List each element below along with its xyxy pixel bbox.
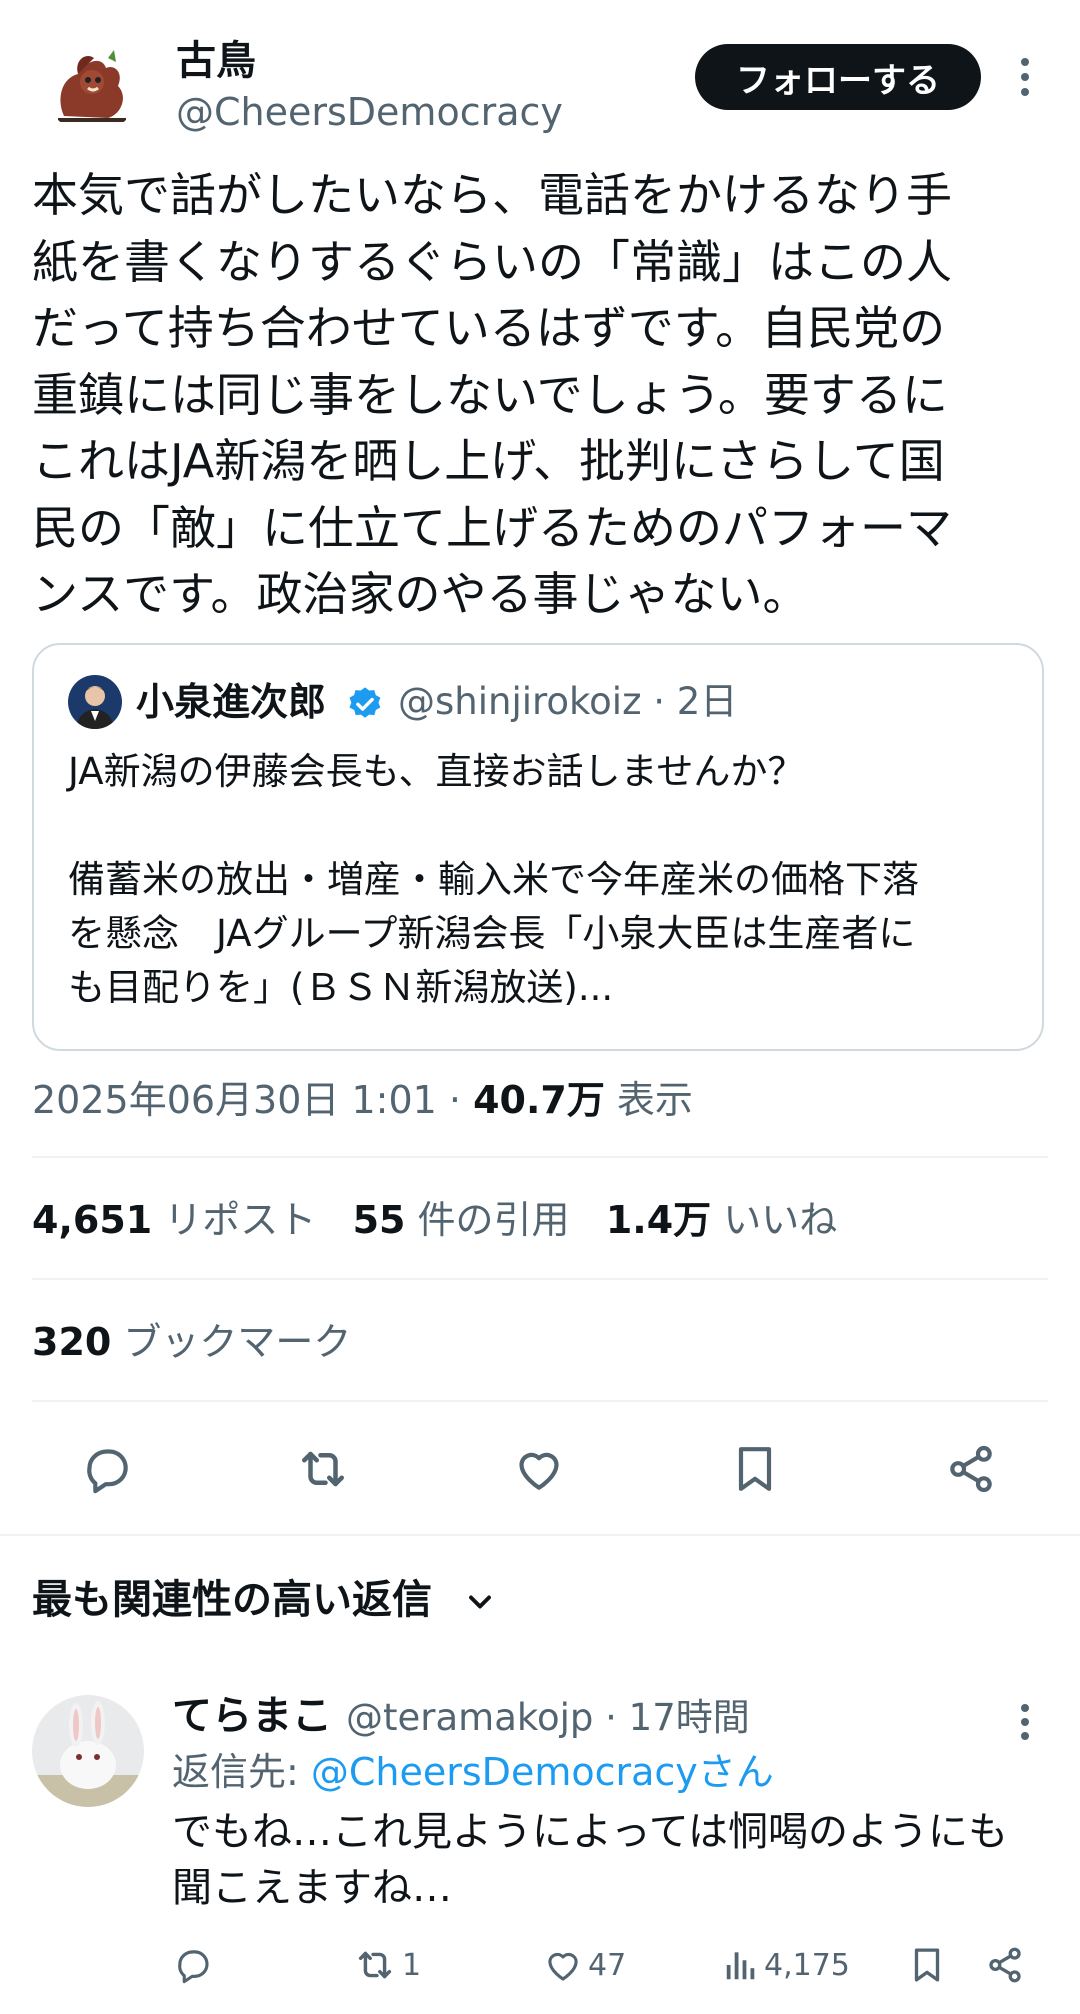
- reply-icon[interactable]: [72, 1434, 142, 1504]
- quote-text: JA新潟の伊藤会長も、直接お話しませんか？ 備蓄米の放出・増産・輸入米で今年産米…: [68, 750, 919, 1009]
- bookmark-count: 320: [32, 1320, 112, 1364]
- quote-stat[interactable]: 55 件の引用: [353, 1198, 570, 1242]
- timestamp-datetime: 2025年06月30日 1:01 ·: [32, 1078, 474, 1122]
- view-count: 40.7万: [473, 1078, 605, 1122]
- like-stat[interactable]: 1.4万 いいね: [606, 1198, 837, 1242]
- reply-repost-count: 1: [402, 1947, 422, 1983]
- reply-text: でもね…これ見ようによっては恫喝のようにも 聞こえますね…: [172, 1809, 1008, 1911]
- repost-label: リポスト: [164, 1198, 317, 1242]
- reply-handle-time[interactable]: @teramakojp · 17時間: [346, 1690, 750, 1746]
- reply-sort-dropdown[interactable]: 最も関連性の高い返信: [32, 1570, 432, 1630]
- repost-icon: [358, 1951, 392, 1979]
- divider: [32, 1400, 1048, 1402]
- quote-avatar[interactable]: [68, 675, 122, 729]
- reply-view-count: 4,175: [764, 1947, 850, 1983]
- reply-author-name[interactable]: てらまこ: [172, 1688, 332, 1744]
- tweet-timestamp: 2025年06月30日 1:01 · 40.7万 表示: [32, 1070, 693, 1130]
- bookmark-icon[interactable]: [720, 1434, 790, 1504]
- quoted-tweet[interactable]: 小泉進次郎 @shinjirokoiz · 2日 JA新潟の伊藤会長も、直接お話…: [32, 643, 1044, 1051]
- share-icon: [989, 1947, 1021, 1983]
- reply-views-button[interactable]: 4,175: [722, 1935, 850, 1995]
- reply-to-link[interactable]: @CheersDemocracyさん: [311, 1750, 774, 1794]
- quote-label: 件の引用: [417, 1198, 570, 1242]
- like-label: いいね: [723, 1198, 838, 1242]
- reply-icon: [178, 1950, 209, 1984]
- like-icon[interactable]: [504, 1434, 574, 1504]
- reply-reply-button[interactable]: [172, 1935, 214, 1995]
- like-icon: [548, 1952, 578, 1981]
- verified-badge-icon: [346, 685, 384, 723]
- divider: [32, 1156, 1048, 1158]
- repost-icon[interactable]: [288, 1434, 358, 1504]
- follow-button[interactable]: フォローする: [695, 44, 981, 110]
- quote-author-name: 小泉進次郎: [136, 680, 327, 724]
- reply-like-button[interactable]: 47: [542, 1935, 626, 1995]
- views-icon: [726, 1952, 755, 1980]
- repost-stat[interactable]: 4,651 リポスト: [32, 1198, 316, 1242]
- share-icon[interactable]: [936, 1434, 1006, 1504]
- reply-repost-button[interactable]: 1: [352, 1935, 421, 1995]
- bookmark-label: ブックマーク: [123, 1320, 352, 1364]
- repost-count: 4,651: [32, 1198, 153, 1242]
- bookmark-icon: [914, 1948, 940, 1982]
- red-panda-avatar-icon: [44, 38, 140, 134]
- view-label: 表示: [604, 1078, 693, 1122]
- reply-share-button[interactable]: [984, 1935, 1026, 1995]
- reply-like-count: 47: [588, 1947, 627, 1983]
- tweet-text: 本気で話がしたいなら、電話をかけるなり手 紙を書くなりするぐらいの「常識」はこの…: [32, 168, 952, 621]
- divider: [0, 1534, 1080, 1536]
- divider: [32, 1278, 1048, 1280]
- quote-count: 55: [352, 1198, 406, 1242]
- author-name[interactable]: 古鳥: [176, 36, 256, 86]
- author-handle[interactable]: @CheersDemocracy: [176, 88, 563, 136]
- author-avatar[interactable]: [44, 38, 140, 134]
- reply-more-options-icon[interactable]: [1010, 1700, 1040, 1744]
- quote-handle-time: @shinjirokoiz · 2日: [398, 680, 738, 723]
- like-count: 1.4万: [605, 1198, 712, 1242]
- reply-to-line: 返信先: @CheersDemocracyさん: [172, 1744, 774, 1800]
- chevron-down-icon[interactable]: [462, 1584, 498, 1620]
- bookmark-stat: 320 ブックマーク: [32, 1312, 351, 1372]
- engagement-stats: 4,651 リポスト 55 件の引用 1.4万 いいね: [32, 1190, 837, 1250]
- reply-avatar[interactable]: [32, 1695, 144, 1807]
- more-options-icon[interactable]: [1010, 52, 1040, 102]
- reply-bookmark-button[interactable]: [906, 1935, 948, 1995]
- rabbit-avatar-icon: [32, 1695, 144, 1807]
- reply-to-prefix: 返信先:: [172, 1750, 311, 1794]
